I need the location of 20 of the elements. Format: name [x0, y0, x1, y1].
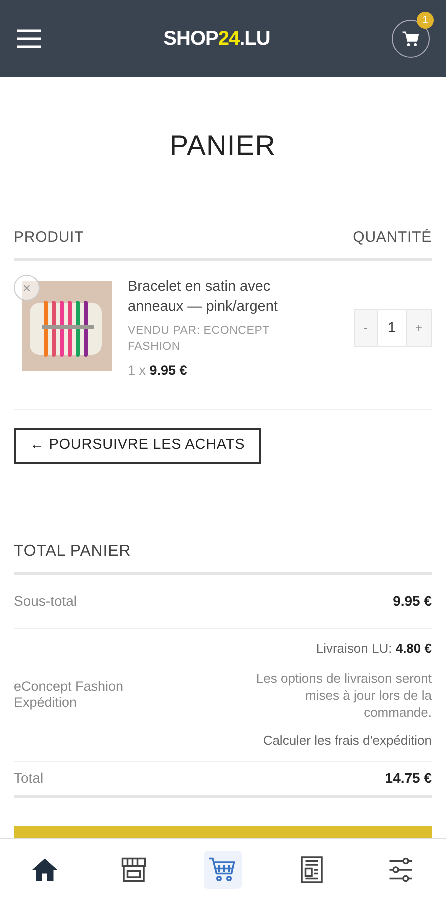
cart-icon — [402, 30, 420, 48]
section-title: TOTAL PANIER — [14, 540, 432, 575]
seller-label: VENDU PAR: ECONCEPT FASHION — [128, 324, 271, 354]
logo[interactable]: SHOP24.LU — [164, 24, 270, 54]
column-header: PRODUIT — [14, 228, 84, 248]
shipping-note: Les options de livraison seront mises à jour lors de la commande. — [255, 670, 432, 722]
unit-price: 1 x 9.95 € — [128, 362, 188, 380]
column-header: QUANTITÉ — [353, 228, 432, 248]
subtotal-label: Sous-total — [14, 592, 78, 611]
shipping-label: eConcept Fashion Expédition — [14, 678, 125, 711]
cart-count-badge: 1 — [417, 12, 434, 28]
total-label: Total — [14, 768, 44, 788]
product-name[interactable]: Bracelet en satin avec anneaux — pink/argent — [128, 276, 297, 316]
calculate-shipping-link[interactable]: Calculer les frais d'expédition — [263, 731, 432, 751]
shipping-rate: Livraison LU: 4.80 € — [316, 640, 432, 658]
subtotal-value: 9.95 € — [393, 592, 432, 611]
continue-shopping-button[interactable]: ← POURSUIVRE LES ACHATS — [14, 428, 262, 464]
total-value: 14.75 € — [385, 768, 432, 788]
menu-icon[interactable] — [16, 28, 42, 48]
page-title: PANIER — [168, 129, 278, 163]
